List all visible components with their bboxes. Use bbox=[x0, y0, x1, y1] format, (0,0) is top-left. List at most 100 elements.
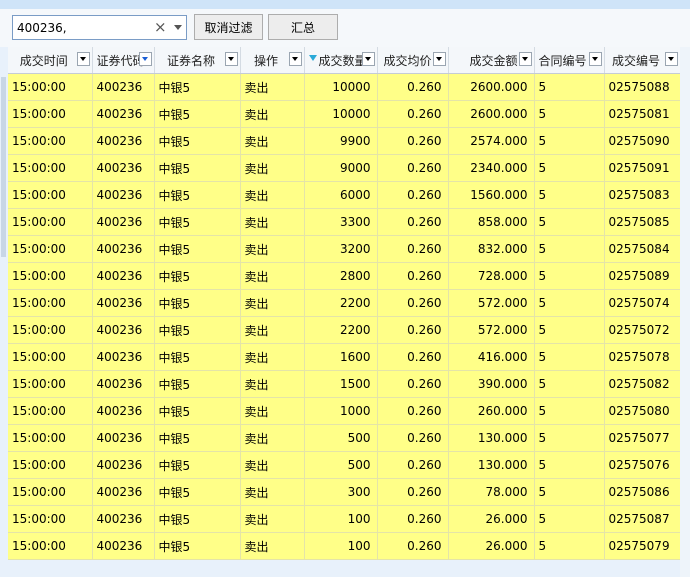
column-header-quantity[interactable]: 成交数量 bbox=[304, 47, 378, 74]
cell-trade-no: 02575072 bbox=[604, 316, 681, 344]
table-row[interactable]: 15:00:00 400236 中银5 卖出 3200 0.260 832.000 5 0257… bbox=[8, 235, 681, 263]
cell-operation: 卖出 bbox=[240, 73, 305, 101]
column-filter-dropdown-icon[interactable] bbox=[224, 52, 238, 66]
cell-name: 中银5 bbox=[154, 181, 241, 209]
cell-time: 15:00:00 bbox=[8, 181, 93, 209]
cell-avg-price: 0.260 bbox=[377, 451, 449, 479]
column-header-name[interactable]: 证券名称 bbox=[154, 47, 241, 74]
cell-contract-no: 5 bbox=[534, 208, 605, 236]
table-row[interactable]: 15:00:00 400236 中银5 卖出 500 0.260 130.000 5 02575… bbox=[8, 424, 681, 452]
cell-time: 15:00:00 bbox=[8, 208, 93, 236]
cell-amount: 390.000 bbox=[448, 370, 535, 398]
cell-code: 400236 bbox=[92, 451, 155, 479]
table-row[interactable]: 15:00:00 400236 中银5 卖出 100 0.260 26.000 5 025750… bbox=[8, 532, 681, 560]
cell-code: 400236 bbox=[92, 208, 155, 236]
column-filter-dropdown-icon[interactable] bbox=[588, 52, 602, 66]
summary-button[interactable]: 汇总 bbox=[268, 14, 338, 40]
cell-amount: 728.000 bbox=[448, 262, 535, 290]
cell-amount: 2574.000 bbox=[448, 127, 535, 155]
column-filter-dropdown-icon[interactable] bbox=[361, 52, 375, 66]
cell-time: 15:00:00 bbox=[8, 532, 93, 560]
cell-avg-price: 0.260 bbox=[377, 532, 449, 560]
cancel-filter-button[interactable]: 取消过滤 bbox=[194, 14, 263, 40]
cell-name: 中银5 bbox=[154, 154, 241, 182]
cell-amount: 832.000 bbox=[448, 235, 535, 263]
column-filter-dropdown-icon[interactable] bbox=[288, 52, 302, 66]
cell-quantity: 9900 bbox=[304, 127, 378, 155]
cell-operation: 卖出 bbox=[240, 451, 305, 479]
table-row[interactable]: 15:00:00 400236 中银5 卖出 100 0.260 26.000 5 025750… bbox=[8, 505, 681, 533]
cell-amount: 2340.000 bbox=[448, 154, 535, 182]
cell-quantity: 10000 bbox=[304, 73, 378, 101]
cell-code: 400236 bbox=[92, 370, 155, 398]
clear-icon[interactable]: × bbox=[154, 18, 167, 36]
cell-contract-no: 5 bbox=[534, 370, 605, 398]
cell-time: 15:00:00 bbox=[8, 235, 93, 263]
table-row[interactable]: 15:00:00 400236 中银5 卖出 3300 0.260 858.000 5 0257… bbox=[8, 208, 681, 236]
cell-name: 中银5 bbox=[154, 397, 241, 425]
cell-code: 400236 bbox=[92, 262, 155, 290]
cell-name: 中银5 bbox=[154, 451, 241, 479]
column-header-time[interactable]: 成交时间 bbox=[8, 47, 93, 74]
cell-amount: 260.000 bbox=[448, 397, 535, 425]
cell-code: 400236 bbox=[92, 181, 155, 209]
column-filter-dropdown-icon[interactable] bbox=[664, 52, 678, 66]
cell-operation: 卖出 bbox=[240, 127, 305, 155]
table-row[interactable]: 15:00:00 400236 中银5 卖出 1600 0.260 416.000 5 0257… bbox=[8, 343, 681, 371]
cell-amount: 26.000 bbox=[448, 505, 535, 533]
cell-quantity: 9000 bbox=[304, 154, 378, 182]
filter-combobox[interactable]: × bbox=[12, 15, 187, 40]
table-row[interactable]: 15:00:00 400236 中银5 卖出 10000 0.260 2600.000 5 02… bbox=[8, 73, 681, 101]
table-row[interactable]: 15:00:00 400236 中银5 卖出 2200 0.260 572.000 5 0257… bbox=[8, 289, 681, 317]
cell-quantity: 500 bbox=[304, 424, 378, 452]
column-filter-dropdown-icon[interactable] bbox=[138, 52, 152, 66]
cell-name: 中银5 bbox=[154, 532, 241, 560]
cell-trade-no: 02575074 bbox=[604, 289, 681, 317]
column-header-trade-no[interactable]: 成交编号 bbox=[604, 47, 681, 74]
cell-quantity: 100 bbox=[304, 532, 378, 560]
column-header-avg-price[interactable]: 成交均价 bbox=[377, 47, 449, 74]
column-filter-dropdown-icon[interactable] bbox=[518, 52, 532, 66]
cell-amount: 572.000 bbox=[448, 316, 535, 344]
cell-contract-no: 5 bbox=[534, 424, 605, 452]
cell-time: 15:00:00 bbox=[8, 397, 93, 425]
table-row[interactable]: 15:00:00 400236 中银5 卖出 2800 0.260 728.000 5 0257… bbox=[8, 262, 681, 290]
cell-quantity: 3200 bbox=[304, 235, 378, 263]
column-header-code[interactable]: 证券代码 bbox=[92, 47, 155, 74]
cell-operation: 卖出 bbox=[240, 316, 305, 344]
cell-amount: 26.000 bbox=[448, 532, 535, 560]
table-row[interactable]: 15:00:00 400236 中银5 卖出 10000 0.260 2600.000 5 02… bbox=[8, 100, 681, 128]
cell-quantity: 6000 bbox=[304, 181, 378, 209]
cell-avg-price: 0.260 bbox=[377, 343, 449, 371]
table-row[interactable]: 15:00:00 400236 中银5 卖出 6000 0.260 1560.000 5 025… bbox=[8, 181, 681, 209]
table-body: 15:00:00 400236 中银5 卖出 10000 0.260 2600.000 5 02… bbox=[8, 73, 681, 560]
cell-trade-no: 02575082 bbox=[604, 370, 681, 398]
left-scroll-thumb[interactable] bbox=[1, 77, 6, 257]
cell-quantity: 1500 bbox=[304, 370, 378, 398]
table-row[interactable]: 15:00:00 400236 中银5 卖出 300 0.260 78.000 5 025750… bbox=[8, 478, 681, 506]
cell-time: 15:00:00 bbox=[8, 262, 93, 290]
cell-quantity: 2200 bbox=[304, 289, 378, 317]
table-row[interactable]: 15:00:00 400236 中银5 卖出 1500 0.260 390.000 5 0257… bbox=[8, 370, 681, 398]
cell-trade-no: 02575078 bbox=[604, 343, 681, 371]
table-row[interactable]: 15:00:00 400236 中银5 卖出 9900 0.260 2574.000 5 025… bbox=[8, 127, 681, 155]
cell-contract-no: 5 bbox=[534, 181, 605, 209]
column-filter-dropdown-icon[interactable] bbox=[76, 52, 90, 66]
table-row[interactable]: 15:00:00 400236 中银5 卖出 9000 0.260 2340.000 5 025… bbox=[8, 154, 681, 182]
column-header-operation[interactable]: 操作 bbox=[240, 47, 305, 74]
cell-trade-no: 02575081 bbox=[604, 100, 681, 128]
table-row[interactable]: 15:00:00 400236 中银5 卖出 500 0.260 130.000 5 02575… bbox=[8, 451, 681, 479]
table-row[interactable]: 15:00:00 400236 中银5 卖出 1000 0.260 260.000 5 0257… bbox=[8, 397, 681, 425]
column-header-amount[interactable]: 成交金额 bbox=[448, 47, 535, 74]
cell-name: 中银5 bbox=[154, 235, 241, 263]
cell-trade-no: 02575086 bbox=[604, 478, 681, 506]
cell-quantity: 3300 bbox=[304, 208, 378, 236]
column-header-contract-no[interactable]: 合同编号 bbox=[534, 47, 605, 74]
sort-desc-icon bbox=[308, 55, 317, 61]
filter-input[interactable] bbox=[17, 19, 147, 36]
cell-trade-no: 02575084 bbox=[604, 235, 681, 263]
column-filter-dropdown-icon[interactable] bbox=[432, 52, 446, 66]
chevron-down-icon[interactable] bbox=[174, 25, 182, 30]
table-row[interactable]: 15:00:00 400236 中银5 卖出 2200 0.260 572.000 5 0257… bbox=[8, 316, 681, 344]
cell-name: 中银5 bbox=[154, 73, 241, 101]
